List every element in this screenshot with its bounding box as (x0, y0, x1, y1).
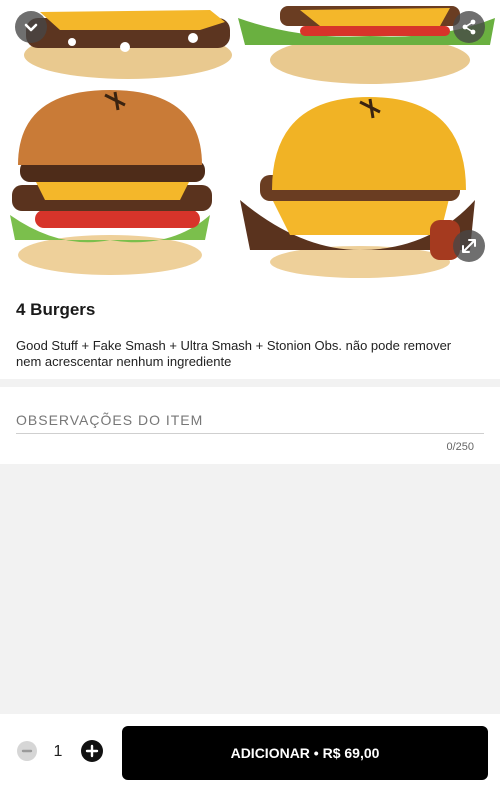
decrease-quantity-button[interactable] (17, 741, 37, 761)
increase-quantity-button[interactable] (81, 740, 103, 762)
notes-input[interactable] (16, 405, 484, 435)
share-button[interactable] (453, 11, 485, 43)
item-notes-section: OBSERVAÇÕES DO ITEM 0/250 (0, 387, 500, 464)
expand-image-button[interactable] (453, 230, 485, 262)
product-description: Good Stuff + Fake Smash + Ultra Smash + … (16, 338, 452, 369)
plus-icon (85, 744, 99, 758)
product-detail-screen: 4 Burgers Good Stuff + Fake Smash + Ultr… (0, 0, 500, 786)
add-to-cart-button[interactable]: ADICIONAR • R$ 69,00 (122, 726, 488, 780)
quantity-value: 1 (53, 743, 63, 760)
notes-underline (16, 433, 484, 434)
minus-icon (21, 749, 33, 753)
product-image[interactable] (0, 0, 500, 282)
share-icon (462, 19, 476, 35)
chevron-down-icon (24, 23, 38, 32)
bottom-action-bar: 1 ADICIONAR • R$ 69,00 (0, 714, 500, 786)
notes-char-counter: 0/250 (446, 441, 474, 453)
expand-icon (462, 239, 476, 253)
burger-bottom-right (240, 97, 475, 278)
burger-bottom-left (10, 90, 212, 275)
product-info: 4 Burgers Good Stuff + Fake Smash + Ultr… (0, 282, 500, 379)
burgers-illustration (10, 6, 495, 278)
burger-top-left (24, 10, 232, 79)
collapse-button[interactable] (15, 11, 47, 43)
product-title: 4 Burgers (16, 300, 96, 319)
